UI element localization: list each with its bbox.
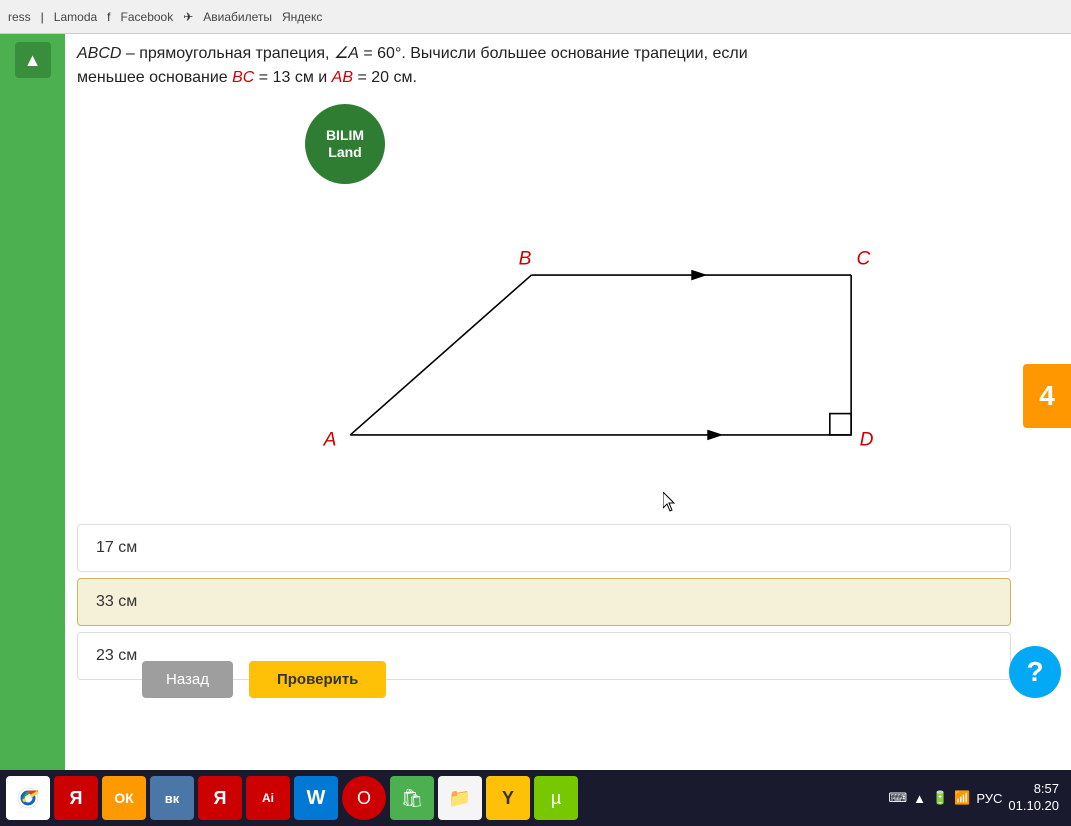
bottom-buttons: Назад Проверить [130,657,1071,702]
question-line1: ABCD – прямоугольная трапеция, ∠A = 60°.… [77,42,1011,66]
taskbar-vk[interactable]: вк [150,776,194,820]
taskbar-right: ⌨ ▲ 🔋 📶 РУС 8:57 01.10.20 [888,781,1067,815]
diagram-area: A B C D [265,179,1011,499]
label-a: A [323,430,337,451]
question-text: ABCD – прямоугольная трапеция, ∠A = 60°.… [77,42,1011,90]
orange-tab[interactable]: 4 [1023,364,1071,428]
taskbar-signal-icon: 📶 [954,790,970,806]
angle-a: ∠A [334,45,359,62]
bc-label: BC [232,69,254,86]
bilim-line1: BILIM [326,127,364,143]
main-content: ABCD – прямоугольная трапеция, ∠A = 60°.… [65,34,1071,770]
taskbar-battery-icon: 🔋 [932,790,948,806]
taskbar-lang: РУС [976,791,1002,806]
help-icon: ? [1026,656,1043,688]
answer-text-2: 33 см [96,593,137,610]
taskbar-ok[interactable]: ОК [102,776,146,820]
orange-tab-label: 4 [1039,380,1055,412]
check-button[interactable]: Проверить [249,661,386,698]
help-button[interactable]: ? [1009,646,1061,698]
answer-option-1[interactable]: 17 см [77,524,1011,572]
back-button[interactable]: Назад [142,661,233,698]
browser-chrome: ress | Lamoda f Facebook ✈ Авиабилеты Ян… [0,0,1071,34]
browser-tab2: Lamoda [54,10,97,24]
taskbar-adobe[interactable]: Ai [246,776,290,820]
taskbar-yandex2[interactable]: Я [198,776,242,820]
label-c: C [856,248,870,269]
browser-icon-plane: ✈ [183,10,193,24]
taskbar-yandex[interactable]: Я [54,776,98,820]
answer-option-2[interactable]: 33 см [77,578,1011,626]
browser-separator2: f [107,10,110,24]
question-line2: меньшее основание BC = 13 см и AB = 20 с… [77,66,1011,90]
taskbar: Я ОК вк Я Ai W O 🛍 📁 Y µ ⌨ ▲ 🔋 📶 РУС 8:5… [0,770,1071,826]
taskbar-time: 8:57 [1008,781,1059,798]
taskbar-chrome[interactable] [6,776,50,820]
sidebar-up-arrow[interactable]: ▲ [15,42,51,78]
taskbar-yellow-app[interactable]: Y [486,776,530,820]
left-sidebar: ▲ [0,34,65,770]
answer-text-1: 17 см [96,539,137,556]
browser-tab4: Авиабилеты [203,10,272,24]
taskbar-store[interactable]: 🛍 [390,776,434,820]
browser-tab5: Яндекс [282,10,322,24]
taskbar-date: 01.10.20 [1008,798,1059,815]
taskbar-clock: 8:57 01.10.20 [1008,781,1059,815]
bilim-logo: BILIM Land [305,104,385,184]
abcd-label: ABCD [77,45,121,62]
taskbar-files[interactable]: 📁 [438,776,482,820]
label-d: D [860,430,874,451]
taskbar-expand-icon: ▲ [913,791,926,806]
bilim-line2: Land [328,144,361,160]
taskbar-opera[interactable]: O [342,776,386,820]
browser-tab: ress [8,10,31,24]
ab-label: AB [332,69,353,86]
taskbar-word[interactable]: W [294,776,338,820]
browser-tab3: Facebook [121,10,174,24]
taskbar-utorrent[interactable]: µ [534,776,578,820]
taskbar-keyboard-icon: ⌨ [888,790,907,806]
trapezoid-diagram: A B C D [265,179,1011,499]
browser-separator: | [41,10,44,24]
label-b: B [519,248,532,269]
